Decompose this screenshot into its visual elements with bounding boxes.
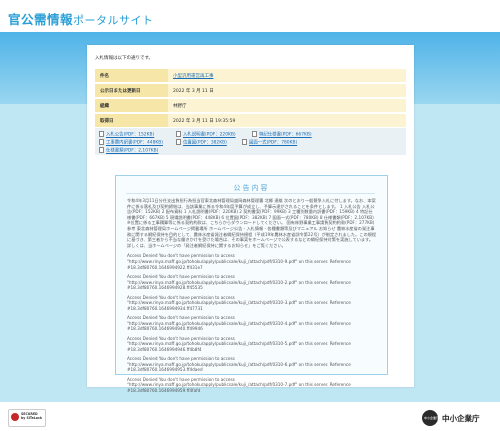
bid-info-table: 件名 小型汎用運営再工事 公示日または更新日 2022 年 3 月 11 日 組… xyxy=(95,69,406,129)
info-label: 公示日または更新日 xyxy=(95,83,168,99)
info-value: 小型汎用運営再工事 xyxy=(168,69,406,84)
notice-box: 公告内容 令和4年3月11日分任支出負担行為担当官東北森林管理局盛岡森林管理署 … xyxy=(115,175,388,393)
notice-body: 令和4年3月11日分任支出負担行為担当官東北森林管理局盛岡森林管理署 北郷 達雄… xyxy=(116,198,387,397)
agency-logo-icon[interactable]: 中小企業庁 xyxy=(422,410,440,426)
attachment-list: 入札公告(PDF：152KB) 入札説明書(PDF：220KB) 特記仕様書(P… xyxy=(95,128,406,155)
info-row-organization: 組織 林野庁 xyxy=(95,98,406,114)
info-value: 林野庁 xyxy=(168,98,406,114)
notice-paragraph: 令和4年3月11日分任支出負担行為担当官東北森林管理局盛岡森林管理署 北郷 達雄… xyxy=(127,198,377,248)
pdf-file-icon xyxy=(99,131,104,137)
attachment-link[interactable]: 位置図(PDF：382KB) xyxy=(176,139,227,146)
attachment-link[interactable]: 工事費内訳書(PDF：448KB) xyxy=(99,139,163,146)
pdf-file-icon xyxy=(242,139,247,145)
access-denied-message: Access Denied You don't have permission … xyxy=(127,294,351,311)
info-value: 2022 年 3 月 11 日 19:35:59 xyxy=(168,113,406,129)
agency-logo-mark: 中小企業庁 xyxy=(424,416,440,420)
info-value: 2022 年 3 月 11 日 xyxy=(168,83,406,99)
attachment-link[interactable]: 仕様書類(PDF：2,107KB) xyxy=(99,147,158,154)
attachment-link[interactable]: 図面一式(PDF：780KB) xyxy=(242,139,297,146)
sitelock-text: SECURED by SiTeLock xyxy=(21,412,42,420)
pdf-file-icon xyxy=(252,131,257,137)
bid-detail-card: 入札情報は以下の通りです。 件名 小型汎用運営再工事 公示日または更新日 202… xyxy=(87,45,414,393)
access-denied-message: Access Denied You don't have permission … xyxy=(127,356,351,373)
pdf-file-icon xyxy=(176,139,181,145)
subject-link[interactable]: 小型汎用運営再工事 xyxy=(173,74,214,79)
pdf-file-icon xyxy=(99,147,104,153)
info-label: 取得日 xyxy=(95,113,168,129)
info-row-acquired: 取得日 2022 年 3 月 11 日 19:35:59 xyxy=(95,113,406,129)
attachment-link[interactable]: 特記仕様書(PDF：667KB) xyxy=(252,131,312,138)
site-title[interactable]: 官公需情報ポータルサイト xyxy=(8,9,154,28)
sitelock-badge[interactable]: SECURED by SiTeLock xyxy=(8,409,46,427)
notice-title: 公告内容 xyxy=(233,184,270,192)
attachment-link[interactable]: 入札説明書(PDF：220KB) xyxy=(176,131,236,138)
pdf-file-icon xyxy=(176,131,181,137)
info-row-subject: 件名 小型汎用運営再工事 xyxy=(95,69,406,84)
attachment-link[interactable]: 入札公告(PDF：152KB) xyxy=(99,131,154,138)
info-row-date: 公示日または更新日 2022 年 3 月 11 日 xyxy=(95,83,406,99)
header-bar: 官公需情報ポータルサイト xyxy=(0,0,500,32)
info-label: 件名 xyxy=(95,69,168,84)
intro-text: 入札情報は以下の通りです。 xyxy=(95,56,154,61)
access-denied-message: Access Denied You don't have permission … xyxy=(127,335,351,352)
access-denied-message: Access Denied You don't have permission … xyxy=(127,253,351,270)
pdf-file-icon xyxy=(99,139,104,145)
notice-divider xyxy=(126,193,375,194)
access-denied-message: Access Denied You don't have permission … xyxy=(127,376,351,393)
access-denied-message: Access Denied You don't have permission … xyxy=(127,315,351,332)
site-title-main: 官公需情報 xyxy=(8,12,74,27)
lock-icon xyxy=(11,413,19,421)
site-title-sub: ポータルサイト xyxy=(73,14,154,27)
access-denied-message: Access Denied You don't have permission … xyxy=(127,273,351,291)
agency-name[interactable]: 中小企業庁 xyxy=(442,413,480,424)
info-label: 組織 xyxy=(95,98,168,114)
